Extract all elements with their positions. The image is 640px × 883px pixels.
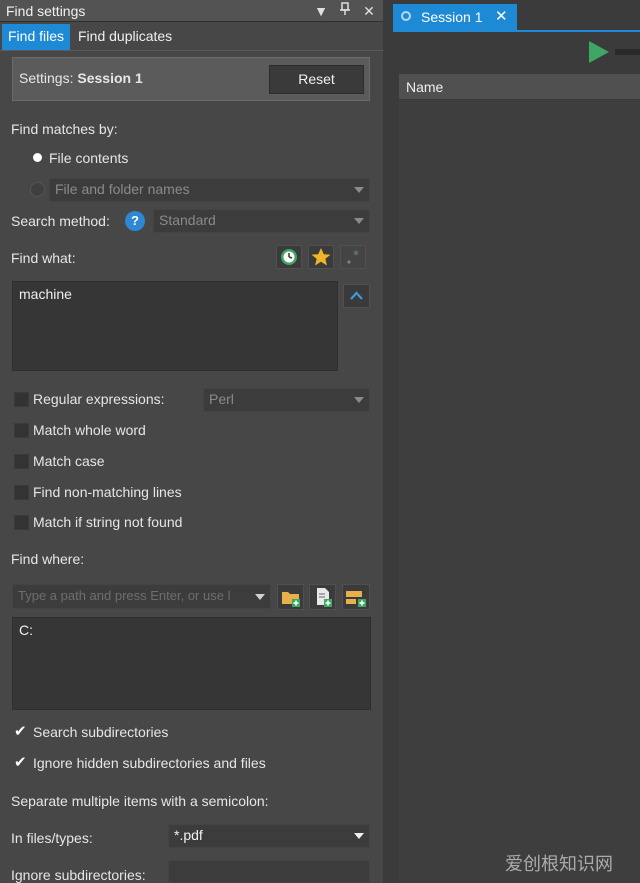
file-add-icon (317, 588, 332, 607)
close-icon[interactable]: ✕ (360, 1, 378, 21)
find-what-input[interactable]: machine (12, 281, 338, 371)
chevron-down-icon (354, 833, 364, 839)
svg-text:*: * (353, 248, 359, 262)
path-placeholder: Type a path and press Enter, or use l (18, 588, 231, 603)
path-input[interactable]: Type a path and press Enter, or use l (12, 584, 271, 609)
add-file-button[interactable] (309, 584, 336, 610)
file-contents-label: File contents (49, 150, 129, 166)
find-where-label: Find where: (11, 551, 85, 567)
reset-button[interactable]: Reset (269, 65, 364, 94)
folder-tree-icon (346, 591, 366, 607)
settings-label-text: Settings: (19, 70, 74, 86)
chevron-down-icon[interactable]: ▼ (312, 1, 330, 21)
regex-type-value: Perl (209, 391, 234, 407)
collapse-button[interactable] (343, 284, 370, 308)
settings-label: Settings: Session 1 (19, 70, 143, 86)
file-folder-names-select[interactable]: File and folder names (49, 178, 370, 202)
settings-name: Session 1 (77, 70, 143, 86)
history-icon (281, 249, 297, 265)
panel-titlebar: Find settings ▼ ✕ (0, 0, 383, 22)
tab-session-1[interactable]: Session 1 ✕ (393, 4, 517, 30)
search-subdirs-label: Search subdirectories (33, 724, 169, 740)
match-case-label: Match case (33, 453, 105, 469)
regex-icon: * (347, 248, 359, 264)
in-files-label: In files/types: (11, 830, 93, 846)
paths-list[interactable]: C: (12, 617, 371, 710)
pin-icon[interactable] (336, 1, 354, 21)
match-whole-word-label: Match whole word (33, 422, 146, 438)
chevron-down-icon (354, 218, 364, 224)
add-drive-button[interactable] (342, 584, 370, 610)
chevron-down-icon (354, 397, 364, 403)
ignore-hidden-checkbox[interactable]: ✔ (14, 755, 27, 770)
stop-bar[interactable] (615, 49, 640, 55)
play-icon[interactable] (589, 41, 609, 63)
regex-type-select[interactable]: Perl (203, 388, 370, 412)
session-tab-label: Session 1 (421, 9, 483, 25)
find-what-label: Find what: (11, 250, 76, 266)
match-if-not-found-label: Match if string not found (33, 514, 183, 530)
match-whole-word-checkbox[interactable] (14, 423, 29, 438)
match-if-not-found-checkbox[interactable] (14, 515, 29, 530)
regex-button[interactable]: * (340, 245, 366, 269)
favorites-button[interactable] (308, 245, 334, 269)
tab-underline (393, 30, 640, 32)
search-method-label: Search method: (11, 213, 110, 229)
radio-file-folder-names[interactable] (30, 182, 45, 197)
splitter[interactable] (383, 0, 393, 883)
star-icon (311, 248, 331, 266)
add-folder-button[interactable] (277, 584, 304, 610)
chevron-down-icon (354, 187, 364, 193)
radio-file-contents[interactable] (33, 153, 42, 162)
separate-note: Separate multiple items with a semicolon… (11, 793, 269, 809)
tab-find-files[interactable]: Find files (2, 24, 71, 50)
watermark: 爱创根知识网 (505, 854, 613, 875)
in-files-value: *.pdf (174, 827, 203, 843)
panel-title: Find settings (6, 3, 86, 19)
help-icon[interactable]: ? (125, 211, 145, 231)
column-header-name[interactable]: Name (399, 74, 640, 100)
in-files-select[interactable]: *.pdf (168, 824, 370, 848)
folder-add-icon (282, 592, 300, 607)
find-non-matching-label: Find non-matching lines (33, 484, 182, 500)
find-settings-panel: Find settings ▼ ✕ Find files Find duplic… (0, 0, 383, 883)
find-non-matching-checkbox[interactable] (14, 485, 29, 500)
chevron-up-icon (350, 291, 363, 300)
ignore-hidden-label: Ignore hidden subdirectories and files (33, 755, 266, 771)
ignore-subdirs-label: Ignore subdirectories: (11, 867, 146, 883)
search-subdirs-checkbox[interactable]: ✔ (14, 724, 27, 739)
session-status-icon (401, 11, 411, 21)
regex-checkbox[interactable] (14, 392, 29, 407)
settings-box: Settings: Session 1 Reset (12, 57, 370, 101)
tab-bar: Find files Find duplicates (0, 23, 383, 51)
tab-find-duplicates[interactable]: Find duplicates (72, 24, 178, 50)
column-header-label: Name (406, 79, 444, 95)
close-icon[interactable]: ✕ (495, 7, 508, 25)
chevron-down-icon (255, 594, 265, 600)
history-button[interactable] (276, 245, 302, 269)
match-case-checkbox[interactable] (14, 454, 29, 469)
results-list[interactable] (399, 100, 640, 883)
ignore-subdirs-input[interactable] (168, 860, 370, 883)
session-panel: Session 1 ✕ Name (393, 0, 640, 883)
file-folder-names-value: File and folder names (55, 181, 190, 197)
find-matches-by-label: Find matches by: (11, 121, 118, 137)
search-method-value: Standard (159, 212, 216, 228)
regex-label: Regular expressions: (33, 391, 165, 407)
search-method-select[interactable]: Standard (153, 209, 370, 233)
